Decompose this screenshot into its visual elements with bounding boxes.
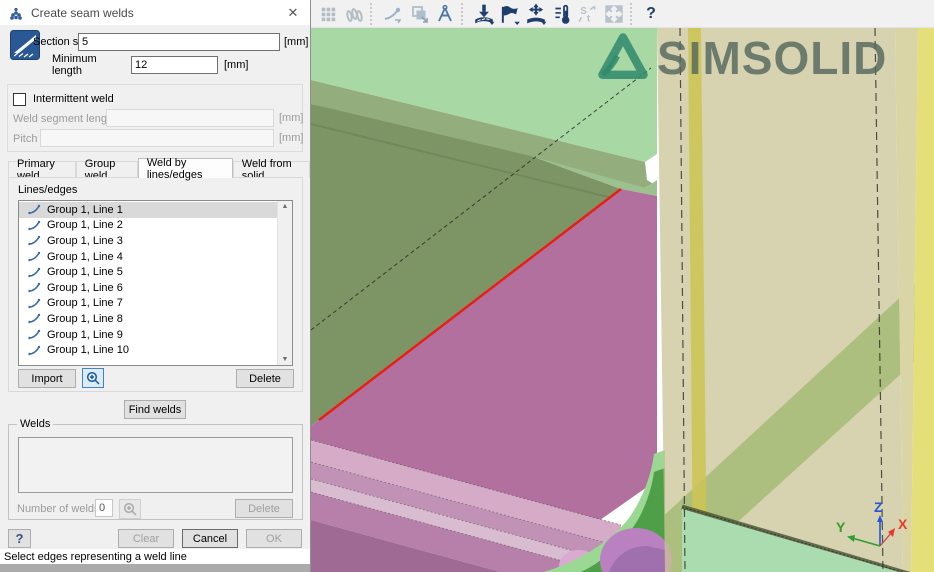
weld-by-lines-edges-panel: Lines/edges Group 1, Line 1 Group 1, Lin… — [8, 177, 303, 392]
minimum-length-label: Minimum length — [52, 53, 128, 77]
list-item[interactable]: Group 1, Line 2 — [19, 218, 277, 234]
weld-segment-length-input — [106, 109, 274, 127]
weld-tabs: Primary weld Group weld Weld by lines/ed… — [8, 158, 310, 178]
pitch-label: Pitch — [13, 133, 37, 145]
lines-edges-label: Lines/edges — [18, 184, 77, 196]
list-item[interactable]: Group 1, Line 5 — [19, 264, 277, 280]
axis-x-label: X — [898, 516, 908, 532]
find-welds-button[interactable]: Find welds — [124, 400, 186, 419]
move-weld-icon[interactable] — [524, 2, 548, 26]
list-item[interactable]: Group 1, Line 4 — [19, 249, 277, 265]
transform-weld-icon[interactable]: S t — [576, 2, 600, 26]
list-item[interactable]: Group 1, Line 8 — [19, 311, 277, 327]
pitch-input — [40, 129, 274, 147]
welds-group-label: Welds — [17, 418, 53, 430]
spot-welds-icon — [344, 4, 364, 24]
toolbar-separator — [630, 3, 637, 25]
measure-compass-icon — [435, 4, 455, 24]
create-seam-welds-dialog: Create seam welds ✕ Section size [mm] Mi… — [0, 0, 311, 572]
section-size-input[interactable] — [78, 33, 280, 51]
intermittent-weld-checkbox[interactable] — [13, 93, 26, 106]
copy-welds-icon[interactable] — [407, 2, 431, 26]
flag-weld-icon — [499, 3, 521, 25]
move-weld-icon — [525, 3, 547, 25]
tab-weld-from-solid[interactable]: Weld from solid — [233, 161, 310, 178]
thermal-weld-icon — [551, 3, 573, 25]
dialog-bottom-strip — [0, 564, 310, 572]
apply-seam-weld-icon — [473, 3, 495, 25]
list-item[interactable]: Group 1, Line 1 — [19, 202, 277, 218]
fit-view-weld-icon — [603, 3, 625, 25]
weld-segment-length-row: Weld segment length — [13, 110, 116, 128]
section-size-unit: [mm] — [284, 33, 308, 51]
simsolid-app-window: S t ? — [0, 0, 934, 572]
welds-list[interactable] — [18, 437, 293, 493]
minimum-length-row: Minimum length — [52, 56, 128, 74]
zoom-to-selection-button[interactable] — [82, 368, 104, 388]
minimum-length-unit: [mm] — [224, 56, 248, 74]
list-item[interactable]: Group 1, Line 9 — [19, 327, 277, 343]
grid-snap-icon[interactable] — [316, 2, 340, 26]
transform-weld-icon: S t — [577, 3, 599, 25]
pick-seam-icon — [383, 4, 403, 24]
lines-edges-list[interactable]: Group 1, Line 1 Group 1, Line 2 Group 1,… — [18, 200, 293, 366]
scroll-up-icon[interactable]: ▲ — [282, 203, 289, 210]
3d-viewport[interactable]: SIMSOLID Z Y X — [311, 28, 934, 572]
svg-text:t: t — [587, 13, 591, 24]
tab-weld-by-lines-edges[interactable]: Weld by lines/edges — [138, 158, 233, 178]
pitch-row: Pitch — [13, 130, 37, 148]
pick-seam-icon[interactable] — [381, 2, 405, 26]
number-of-welds-label: Number of welds — [17, 503, 100, 515]
list-item[interactable]: Group 1, Line 10 — [19, 342, 277, 358]
list-item[interactable]: Group 1, Line 6 — [19, 280, 277, 296]
coordinate-triad: Z Y X — [834, 498, 920, 562]
fit-view-weld-icon[interactable] — [602, 2, 626, 26]
apply-seam-weld-icon[interactable] — [472, 2, 496, 26]
clear-button: Clear — [118, 529, 174, 548]
dialog-help-button[interactable]: ? — [8, 529, 31, 548]
weld-segment-length-label: Weld segment length — [13, 113, 116, 125]
list-item[interactable]: Group 1, Line 3 — [19, 233, 277, 249]
toolbar-separator — [461, 3, 468, 25]
magnifier-plus-icon — [86, 371, 100, 385]
model-scene — [311, 28, 934, 572]
intermittent-weld-row: Intermittent weld — [13, 92, 114, 106]
seam-weld-dialog-icon — [8, 5, 24, 21]
list-scrollbar[interactable]: ▲ ▼ — [277, 201, 292, 365]
copy-welds-icon — [409, 4, 429, 24]
toolbar-help-button[interactable]: ? — [641, 2, 661, 26]
ok-button: OK — [246, 529, 302, 548]
axis-y-label: Y — [836, 519, 846, 535]
scroll-down-icon[interactable]: ▼ — [282, 356, 289, 363]
status-text: Select edges representing a weld line — [4, 551, 187, 563]
delete-lines-button[interactable]: Delete — [236, 369, 294, 388]
spot-welds-icon[interactable] — [342, 2, 366, 26]
list-item[interactable]: Group 1, Line 7 — [19, 296, 277, 312]
thermal-weld-icon[interactable] — [550, 2, 574, 26]
tab-group-weld[interactable]: Group weld — [76, 161, 138, 178]
cancel-button[interactable]: Cancel — [182, 529, 238, 548]
flag-weld-icon[interactable] — [498, 2, 522, 26]
grid-snap-icon — [319, 5, 337, 23]
delete-welds-button: Delete — [235, 499, 293, 518]
dialog-titlebar[interactable]: Create seam welds ✕ — [0, 0, 310, 26]
measure-compass-icon[interactable] — [433, 2, 457, 26]
axis-z-label: Z — [874, 499, 883, 515]
tab-primary-weld[interactable]: Primary weld — [8, 161, 76, 178]
intermittent-weld-label: Intermittent weld — [33, 93, 114, 105]
lines-edges-rows: Group 1, Line 1 Group 1, Line 2 Group 1,… — [19, 201, 277, 365]
zoom-to-welds-button — [119, 499, 141, 519]
number-of-welds-value — [95, 499, 113, 517]
main-toolbar: S t ? — [311, 0, 934, 28]
import-button[interactable]: Import — [18, 369, 76, 388]
magnifier-plus-icon — [123, 502, 137, 516]
close-icon[interactable]: ✕ — [284, 5, 302, 21]
toolbar-separator — [370, 3, 377, 25]
status-bar: Select edges representing a weld line — [0, 549, 310, 564]
minimum-length-input[interactable] — [131, 56, 218, 74]
dialog-title: Create seam welds — [31, 6, 284, 20]
